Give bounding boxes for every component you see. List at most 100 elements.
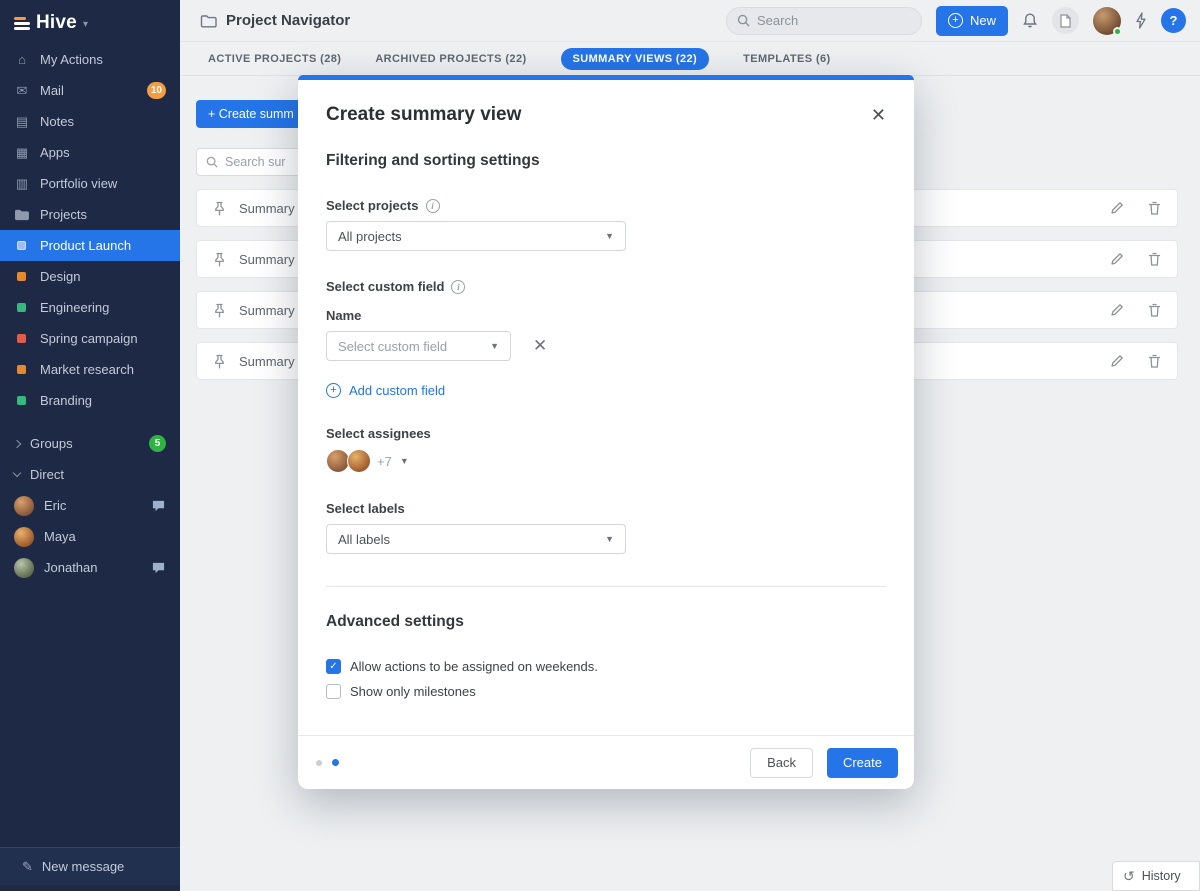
add-custom-field-link[interactable]: + Add custom field [326,383,886,398]
sidebar-item-portfolio-view[interactable]: ▥ Portfolio view [0,168,180,199]
page-title: Project Navigator [226,12,350,29]
step-dot-1[interactable] [316,760,322,766]
name-label: Name [326,308,886,323]
sidebar-project-engineering[interactable]: Engineering [0,292,180,323]
trash-icon[interactable] [1148,354,1161,369]
step-dots [316,759,339,766]
new-button[interactable]: + New [936,6,1008,36]
project-color-icon [17,396,26,405]
sidebar-item-label: Groups [30,436,73,451]
help-button[interactable]: ? [1161,8,1186,33]
chevron-right-icon [13,439,21,447]
edit-pencil-icon[interactable] [1110,303,1124,317]
project-color-icon [17,303,26,312]
tab-summary-views[interactable]: SUMMARY VIEWS (22) [561,48,710,70]
sidebar-item-label: Design [40,269,80,284]
sidebar-item-apps[interactable]: ▦ Apps [0,137,180,168]
tab-bar: ACTIVE PROJECTS (28) ARCHIVED PROJECTS (… [180,42,1200,76]
sidebar-item-label: Jonathan [44,560,98,575]
custom-field-placeholder: Select custom field [338,339,447,354]
sidebar-item-notes[interactable]: ▤ Notes [0,106,180,137]
pin-icon [213,252,226,267]
edit-pencil-icon[interactable] [1110,201,1124,215]
back-button[interactable]: Back [750,748,813,778]
sidebar-project-market-research[interactable]: Market research [0,354,180,385]
search-placeholder: Search sur [225,155,285,169]
app-logo[interactable]: Hive ▾ [0,0,180,44]
history-button[interactable]: ↺ History [1112,861,1200,891]
chevron-down-icon[interactable]: ▼ [400,456,409,466]
labels-dropdown[interactable]: All labels ▼ [326,524,626,554]
sidebar-person-eric[interactable]: Eric [0,490,180,521]
chat-bubble-icon [151,561,166,574]
assignees-picker[interactable]: +7 ▼ [326,449,886,473]
notifications-bell-icon[interactable] [1022,12,1038,29]
close-icon[interactable]: ✕ [869,104,888,126]
select-labels-label: Select labels [326,501,886,516]
avatar [14,496,34,516]
sidebar-person-maya[interactable]: Maya [0,521,180,552]
clear-custom-field-icon[interactable]: ✕ [533,336,547,356]
sidebar-person-jonathan[interactable]: Jonathan [0,552,180,583]
sidebar-item-my-actions[interactable]: ⌂ My Actions [0,44,180,75]
document-icon[interactable] [1052,7,1079,34]
step-dot-2[interactable] [332,759,339,766]
mail-badge: 10 [147,82,166,99]
assignee-avatar [347,449,371,473]
avatar [14,527,34,547]
trash-icon[interactable] [1148,252,1161,267]
chevron-down-icon: ▼ [605,231,614,241]
edit-pencil-icon[interactable] [1110,354,1124,368]
sidebar-project-spring-campaign[interactable]: Spring campaign [0,323,180,354]
info-icon[interactable]: i [451,280,465,294]
search-icon [206,156,218,168]
new-message-label: New message [42,859,124,874]
groups-badge: 5 [149,435,166,452]
trash-icon[interactable] [1148,303,1161,318]
top-bar: Project Navigator Search + New ? [180,0,1200,42]
sidebar-item-label: Engineering [40,300,109,315]
weekends-checkbox-label: Allow actions to be assigned on weekends… [350,659,598,674]
sidebar-project-design[interactable]: Design [0,261,180,292]
custom-field-dropdown[interactable]: Select custom field ▼ [326,331,511,361]
edit-pencil-icon[interactable] [1110,252,1124,266]
milestones-checkbox[interactable] [326,684,341,699]
tab-templates[interactable]: TEMPLATES (6) [743,53,831,65]
sidebar-group-direct[interactable]: Direct [0,459,180,490]
search-placeholder: Search [757,13,798,28]
mail-icon: ✉ [14,83,30,99]
lightning-icon[interactable] [1135,12,1147,29]
projects-dropdown[interactable]: All projects ▼ [326,221,626,251]
weekends-checkbox[interactable]: ✓ [326,659,341,674]
search-icon [737,14,750,27]
notes-icon: ▤ [14,114,30,130]
app-logo-text: Hive [36,12,77,34]
create-summary-view-modal: Create summary view ✕ Filtering and sort… [298,75,914,789]
plus-circle-icon: + [948,13,963,28]
create-summary-button[interactable]: + Create summ [196,100,306,128]
sidebar-project-branding[interactable]: Branding [0,385,180,416]
tab-archived-projects[interactable]: ARCHIVED PROJECTS (22) [375,53,526,65]
sidebar-item-mail[interactable]: ✉ Mail 10 [0,75,180,106]
plus-circle-icon: + [326,383,341,398]
project-color-icon [17,241,26,250]
select-custom-field-label: Select custom field i [326,279,886,294]
chat-bubble-icon [151,499,166,512]
sidebar-group-groups[interactable]: Groups 5 [0,428,180,459]
tab-active-projects[interactable]: ACTIVE PROJECTS (28) [208,53,341,65]
chevron-down-icon[interactable]: ▾ [83,19,88,30]
info-icon[interactable]: i [426,199,440,213]
history-clock-icon: ↺ [1123,868,1135,885]
sidebar-item-label: Mail [40,83,64,98]
sidebar: Hive ▾ ⌂ My Actions ✉ Mail 10 ▤ Notes ▦ … [0,0,180,891]
create-button[interactable]: Create [827,748,898,778]
sidebar-item-projects[interactable]: Projects [0,199,180,230]
user-avatar[interactable] [1093,7,1121,35]
sidebar-item-label: Spring campaign [40,331,138,346]
sidebar-item-label: Branding [40,393,92,408]
global-search-input[interactable]: Search [726,7,922,35]
new-message-button[interactable]: ✎ New message [0,847,180,885]
sidebar-item-label: Direct [30,467,64,482]
sidebar-project-product-launch[interactable]: Product Launch [0,230,180,261]
trash-icon[interactable] [1148,201,1161,216]
